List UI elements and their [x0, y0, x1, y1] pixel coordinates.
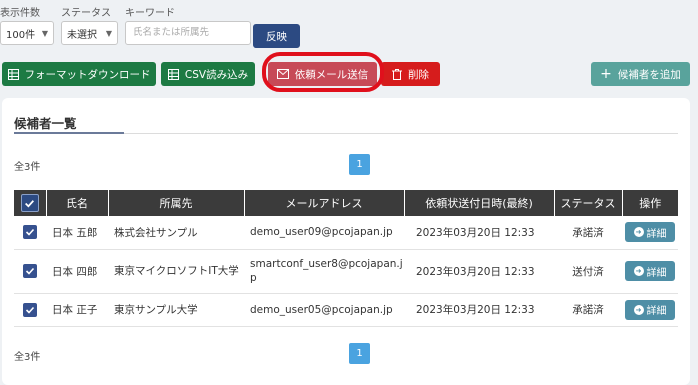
chevron-down-icon: ▼ — [41, 28, 48, 38]
action-cell: ➜ 詳細 — [622, 293, 678, 327]
check-icon — [25, 199, 35, 208]
candidate-list-card: 候補者一覧 全3件 1 氏名 所属先 メールアドレス 依頼状送付日時(最終) ス… — [2, 98, 690, 385]
table-row: 日本 正子 東京サンプル大学 demo_user05@pcojapan.jp 2… — [14, 293, 678, 327]
apply-button[interactable]: 反映 — [253, 24, 300, 48]
delete-button[interactable]: 削除 — [381, 62, 440, 86]
total-count-top: 全3件 — [14, 162, 41, 173]
row-checkbox[interactable] — [23, 302, 37, 317]
status-value: 承諾済 — [554, 216, 622, 250]
detail-button[interactable]: ➜ 詳細 — [625, 299, 675, 320]
sent-datetime: 2023年03月20日 12:33 — [404, 293, 554, 327]
header-action: 操作 — [622, 190, 678, 216]
detail-label: 詳細 — [646, 267, 667, 279]
table-row: 日本 五郎 株式会社サンプル demo_user09@pcojapan.jp 2… — [14, 216, 678, 250]
count-value: 100件 — [6, 29, 36, 41]
add-candidate-button[interactable]: + 候補者を追加 — [591, 62, 690, 86]
detail-button[interactable]: ➜ 詳細 — [625, 222, 675, 243]
count-select[interactable]: 100件 ▼ — [0, 21, 54, 45]
candidate-name: 日本 四郎 — [46, 249, 108, 294]
title-underline — [14, 132, 124, 134]
highlight-ring — [262, 52, 384, 92]
header-name: 氏名 — [46, 190, 109, 216]
arrow-right-circle-icon: ➜ — [633, 227, 644, 238]
keyword-label: キーワード — [125, 8, 175, 19]
check-icon — [25, 267, 35, 275]
count-filter: 表示件数 100件 ▼ — [0, 6, 54, 45]
candidate-table: 氏名 所属先 メールアドレス 依頼状送付日時(最終) ステータス 操作 日本 五… — [14, 190, 678, 327]
status-value: 承諾済 — [554, 293, 622, 327]
keyword-filter: キーワード 氏名または所属先 — [125, 6, 251, 45]
candidate-email: smartconf_user8@pcojapan.jp — [244, 249, 404, 294]
action-cell: ➜ 詳細 — [622, 249, 678, 294]
row-checkbox[interactable] — [23, 264, 37, 278]
plus-icon: + — [600, 66, 612, 82]
pager-page-top[interactable]: 1 — [349, 154, 370, 175]
trash-icon — [392, 68, 402, 80]
candidate-name: 日本 五郎 — [46, 216, 108, 250]
csv-import-button[interactable]: CSV読み込み — [161, 62, 255, 86]
header-status: ステータス — [554, 190, 623, 216]
row-select-cell — [14, 293, 46, 327]
candidate-email: demo_user09@pcojapan.jp — [244, 216, 404, 250]
arrow-right-circle-icon: ➜ — [633, 304, 644, 315]
chevron-down-icon: ▼ — [105, 28, 112, 38]
detail-label: 詳細 — [646, 228, 667, 240]
arrow-right-circle-icon: ➜ — [633, 266, 644, 276]
detail-button[interactable]: ➜ 詳細 — [625, 261, 675, 281]
status-label: ステータス — [61, 8, 111, 19]
status-select[interactable]: 未選択 ▼ — [61, 21, 118, 45]
header-email: メールアドレス — [244, 190, 405, 216]
check-icon — [25, 306, 35, 314]
status-value: 送付済 — [554, 249, 622, 294]
keyword-input[interactable]: 氏名または所属先 — [125, 21, 251, 45]
row-checkbox[interactable] — [23, 225, 37, 240]
candidate-name: 日本 正子 — [46, 293, 108, 327]
format-download-label: フォーマットダウンロード — [24, 68, 151, 81]
filter-bar: 表示件数 100件 ▼ ステータス 未選択 ▼ キーワード 氏名または所属先 — [0, 6, 251, 45]
status-value: 未選択 — [67, 29, 97, 41]
candidate-email: demo_user05@pcojapan.jp — [244, 293, 404, 327]
candidate-org: 株式会社サンプル — [108, 216, 244, 250]
candidate-org: 東京マイクロソフトIT大学 — [108, 249, 244, 294]
check-icon — [25, 229, 35, 236]
table-row: 日本 四郎 東京マイクロソフトIT大学 smartconf_user8@pcoj… — [14, 249, 678, 294]
add-candidate-label: 候補者を追加 — [617, 68, 681, 81]
grid-icon — [167, 68, 179, 80]
count-label: 表示件数 — [0, 8, 40, 19]
header-sent: 依頼状送付日時(最終) — [404, 190, 555, 216]
select-all-checkbox[interactable] — [20, 194, 39, 212]
format-download-button[interactable]: フォーマットダウンロード — [2, 62, 156, 86]
row-select-cell — [14, 249, 46, 294]
csv-import-label: CSV読み込み — [184, 68, 249, 81]
card-title: 候補者一覧 — [14, 116, 77, 131]
sent-datetime: 2023年03月20日 12:33 — [404, 216, 554, 250]
detail-label: 詳細 — [646, 306, 667, 317]
header-org: 所属先 — [108, 190, 245, 216]
grid-icon — [7, 68, 19, 80]
pager-page-bottom[interactable]: 1 — [349, 343, 370, 364]
select-all-header — [14, 190, 47, 216]
delete-label: 削除 — [408, 68, 429, 81]
sent-datetime: 2023年03月20日 12:33 — [404, 249, 554, 294]
total-count-bottom: 全3件 — [14, 352, 41, 363]
action-cell: ➜ 詳細 — [622, 216, 678, 250]
candidate-org: 東京サンプル大学 — [108, 293, 244, 327]
status-filter: ステータス 未選択 ▼ — [61, 6, 118, 45]
row-select-cell — [14, 216, 46, 250]
table-header-row: 氏名 所属先 メールアドレス 依頼状送付日時(最終) ステータス 操作 — [14, 190, 678, 216]
